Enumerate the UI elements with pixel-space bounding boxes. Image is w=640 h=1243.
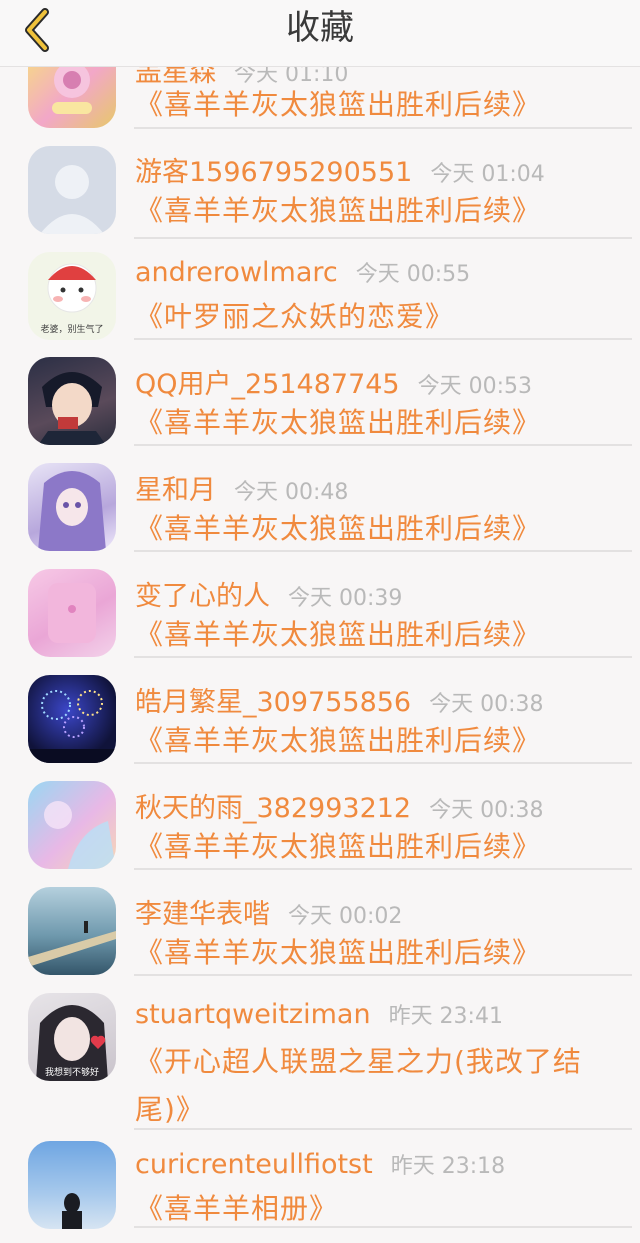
nav-bar: 收藏 — [0, 0, 640, 67]
item-header: 游客1596795290551 今天 01:04 — [135, 150, 545, 189]
avatar-default-person-image — [40, 165, 104, 234]
divider — [134, 338, 632, 340]
avatar-anime-girl-image — [38, 471, 106, 551]
item-time: 今天 00:53 — [417, 374, 533, 399]
item-header: 秋天的雨_382993212 今天 00:38 — [135, 786, 544, 825]
list-item[interactable]: curicrenteullfiotst 昨天 23:18 《喜羊羊相册》 — [0, 1138, 640, 1243]
story-title[interactable]: 《喜羊羊灰太狼篮出胜利后续》 — [135, 402, 626, 444]
item-time: 今天 00:02 — [288, 904, 403, 929]
list-item[interactable]: 皓月繁星_309755856 今天 00:38 《喜羊羊灰太狼篮出胜利后续》 — [0, 670, 640, 776]
story-title[interactable]: 《喜羊羊灰太狼篮出胜利后续》 — [135, 84, 626, 126]
avatar — [28, 1141, 116, 1229]
item-header: 皓月繁星_309755856 今天 00:38 — [135, 680, 544, 719]
page-title: 收藏 — [286, 8, 354, 48]
story-title[interactable]: 《喜羊羊灰太狼篮出胜利后续》 — [135, 932, 626, 974]
item-time: 今天 01:04 — [430, 162, 545, 187]
item-time: 昨天 23:18 — [390, 1154, 506, 1179]
user-name[interactable]: 游客1596795290551 — [135, 157, 412, 188]
user-name[interactable]: 李建华表喈 — [135, 899, 270, 930]
divider — [134, 237, 632, 239]
divider — [134, 1128, 632, 1130]
avatar — [28, 781, 116, 869]
avatar — [28, 887, 116, 975]
item-time: 今天 00:48 — [234, 480, 349, 505]
item-time: 今天 00:38 — [429, 692, 544, 717]
avatar — [28, 569, 116, 657]
avatar: 我想到不够好 — [28, 993, 116, 1081]
divider — [134, 444, 632, 446]
divider — [134, 656, 632, 658]
item-time: 今天 00:39 — [288, 586, 403, 611]
story-title[interactable]: 《喜羊羊灰太狼篮出胜利后续》 — [135, 190, 626, 232]
list-item[interactable]: 李建华表喈 今天 00:02 《喜羊羊灰太狼篮出胜利后续》 — [0, 882, 640, 988]
avatar-pink-photo-image — [48, 583, 96, 643]
avatar-sea-pier-image — [28, 921, 116, 967]
story-title[interactable]: 《叶罗丽之众妖的恋爱》 — [135, 296, 626, 338]
user-name[interactable]: 变了心的人 — [135, 581, 270, 612]
list-item[interactable]: 我想到不够好 stuartqweitziman 昨天 23:41 《开心超人联盟之… — [0, 988, 640, 1138]
divider — [134, 1226, 632, 1228]
user-name[interactable]: 星和月 — [135, 475, 216, 506]
list-item[interactable]: 星和月 今天 00:48 《喜羊羊灰太狼篮出胜利后续》 — [0, 458, 640, 564]
divider — [134, 868, 632, 870]
item-header: curicrenteullfiotst 昨天 23:18 — [135, 1148, 505, 1180]
divider — [134, 127, 632, 129]
avatar — [28, 146, 116, 234]
user-name[interactable]: andrerowlmarc — [135, 257, 338, 288]
avatar: 老婆，别生气了 — [28, 252, 116, 340]
user-name[interactable]: 皓月繁星_309755856 — [135, 687, 411, 718]
avatar-pastel-art-image — [44, 801, 116, 869]
list-item[interactable]: QQ用户_251487745 今天 00:53 《喜羊羊灰太狼篮出胜利后续》 — [0, 352, 640, 458]
story-title[interactable]: 《喜羊羊灰太狼篮出胜利后续》 — [135, 826, 626, 868]
avatar-fireworks-image — [28, 690, 116, 763]
story-title[interactable]: 《喜羊羊灰太狼篮出胜利后续》 — [135, 614, 626, 656]
divider — [134, 550, 632, 552]
story-title[interactable]: 《开心超人联盟之星之力(我改了结尾)》 — [135, 1038, 626, 1134]
user-name[interactable]: stuartqweitziman — [135, 999, 371, 1030]
item-header: QQ用户_251487745 今天 00:53 — [135, 362, 532, 401]
item-header: andrerowlmarc 今天 00:55 — [135, 256, 470, 288]
avatar-anime-boy-image — [38, 372, 106, 445]
list-item[interactable]: 秋天的雨_382993212 今天 00:38 《喜羊羊灰太狼篮出胜利后续》 — [0, 776, 640, 882]
avatar-caption: 老婆，别生气了 — [40, 323, 103, 335]
avatar — [28, 675, 116, 763]
divider — [134, 762, 632, 764]
list-item[interactable]: 游客1596795290551 今天 01:04 《喜羊羊灰太狼篮出胜利后续》 — [0, 140, 640, 246]
item-header: 变了心的人 今天 00:39 — [135, 574, 402, 613]
list-item[interactable]: 老婆，别生气了 andrerowlmarc 今天 00:55 《叶罗丽之众妖的恋爱… — [0, 246, 640, 352]
avatar-sky-silhouette-image — [62, 1193, 82, 1229]
user-name[interactable]: 秋天的雨_382993212 — [135, 793, 411, 824]
list-item[interactable]: 变了心的人 今天 00:39 《喜羊羊灰太狼篮出胜利后续》 — [0, 564, 640, 670]
avatar-caption: 我想到不够好 — [45, 1066, 99, 1078]
item-time: 今天 00:38 — [429, 798, 544, 823]
user-name[interactable]: QQ用户_251487745 — [135, 369, 400, 400]
user-name[interactable]: curicrenteullfiotst — [135, 1149, 373, 1180]
story-title[interactable]: 《喜羊羊灰太狼篮出胜利后续》 — [135, 720, 626, 762]
story-title[interactable]: 《喜羊羊相册》 — [135, 1188, 626, 1230]
divider — [134, 974, 632, 976]
item-header: 星和月 今天 00:48 — [135, 468, 348, 507]
item-time: 昨天 23:41 — [388, 1004, 503, 1029]
story-title[interactable]: 《喜羊羊灰太狼篮出胜利后续》 — [135, 508, 626, 550]
avatar — [28, 357, 116, 445]
avatar-girl-photo-image: 我想到不够好 — [36, 1005, 108, 1081]
item-time: 今天 00:55 — [355, 262, 471, 287]
item-header: stuartqweitziman 昨天 23:41 — [135, 998, 503, 1030]
item-header: 李建华表喈 今天 00:02 — [135, 892, 402, 931]
avatar — [28, 463, 116, 551]
avatar-cartoon-face-image: 老婆，别生气了 — [40, 263, 104, 335]
